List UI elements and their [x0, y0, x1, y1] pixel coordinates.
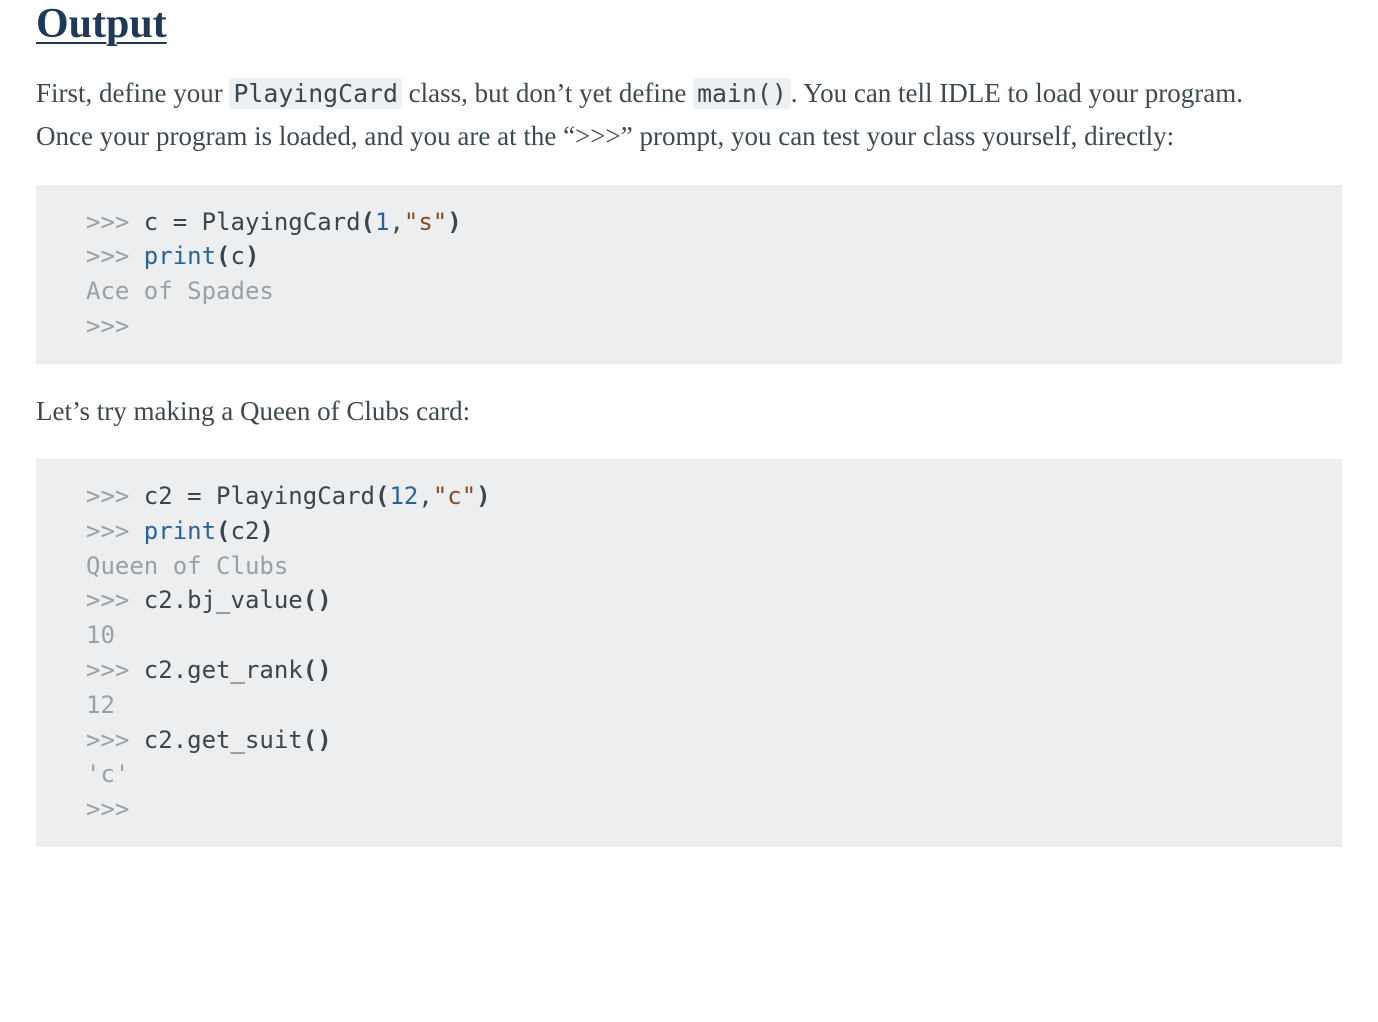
repl-output: 'c' — [86, 760, 129, 788]
code-token: c2 — [231, 517, 260, 545]
code-token: () — [303, 586, 332, 614]
code-block-2: >>> c2 = PlayingCard(12,"c") >>> print(c… — [36, 459, 1342, 847]
text-run: class, but don’t yet define — [402, 78, 693, 108]
code-token: , — [389, 208, 403, 236]
code-token: () — [303, 726, 332, 754]
code-token: c2 — [144, 656, 173, 684]
repl-prompt: >>> — [86, 242, 144, 270]
repl-prompt: >>> — [86, 517, 144, 545]
code-token: ) — [245, 242, 259, 270]
repl-prompt: >>> — [86, 795, 129, 823]
code-token: ) — [447, 208, 461, 236]
code-token: c2 — [144, 726, 173, 754]
inline-code-playingcard: PlayingCard — [229, 78, 401, 109]
code-token: c — [144, 208, 173, 236]
page-root: Output First, define your PlayingCard cl… — [0, 0, 1378, 909]
code-token: "s" — [404, 208, 447, 236]
middle-paragraph: Let’s try making a Queen of Clubs card: — [36, 390, 1256, 433]
repl-prompt: >>> — [86, 656, 144, 684]
code-token: c2 — [144, 586, 173, 614]
code-token: PlayingCard — [202, 482, 375, 510]
code-token: get_suit — [187, 726, 303, 754]
code-token: . — [173, 726, 187, 754]
repl-output: 12 — [86, 691, 115, 719]
code-block-1: >>> c = PlayingCard(1,"s") >>> print(c) … — [36, 185, 1342, 364]
code-token: , — [418, 482, 432, 510]
code-token: . — [173, 586, 187, 614]
code-token: = — [173, 208, 187, 236]
repl-prompt: >>> — [86, 208, 144, 236]
repl-prompt: >>> — [86, 482, 144, 510]
code-token: ) — [259, 517, 273, 545]
repl-prompt: >>> — [86, 312, 129, 340]
intro-paragraph: First, define your PlayingCard class, bu… — [36, 72, 1256, 158]
text-run: First, define your — [36, 78, 229, 108]
code-token: . — [173, 656, 187, 684]
code-token: ) — [476, 482, 490, 510]
code-token: print — [144, 242, 216, 270]
inline-code-main: main() — [693, 78, 791, 109]
code-token: ( — [216, 242, 230, 270]
code-token: ( — [361, 208, 375, 236]
section-heading: Output — [36, 0, 1342, 48]
repl-output: 10 — [86, 621, 115, 649]
code-token: c — [231, 242, 245, 270]
repl-output: Queen of Clubs — [86, 552, 288, 580]
code-token: 12 — [389, 482, 418, 510]
code-token: "c" — [433, 482, 476, 510]
code-token: c2 — [144, 482, 187, 510]
section-heading-link[interactable]: Output — [36, 1, 167, 47]
code-token: ( — [375, 482, 389, 510]
code-token: get_rank — [187, 656, 303, 684]
code-token: 1 — [375, 208, 389, 236]
repl-output: Ace of Spades — [86, 277, 274, 305]
code-token: PlayingCard — [187, 208, 360, 236]
code-token: = — [187, 482, 201, 510]
code-token: bj_value — [187, 586, 303, 614]
repl-prompt: >>> — [86, 726, 144, 754]
repl-prompt: >>> — [86, 586, 144, 614]
code-token: () — [303, 656, 332, 684]
code-token: ( — [216, 517, 230, 545]
code-token: print — [144, 517, 216, 545]
